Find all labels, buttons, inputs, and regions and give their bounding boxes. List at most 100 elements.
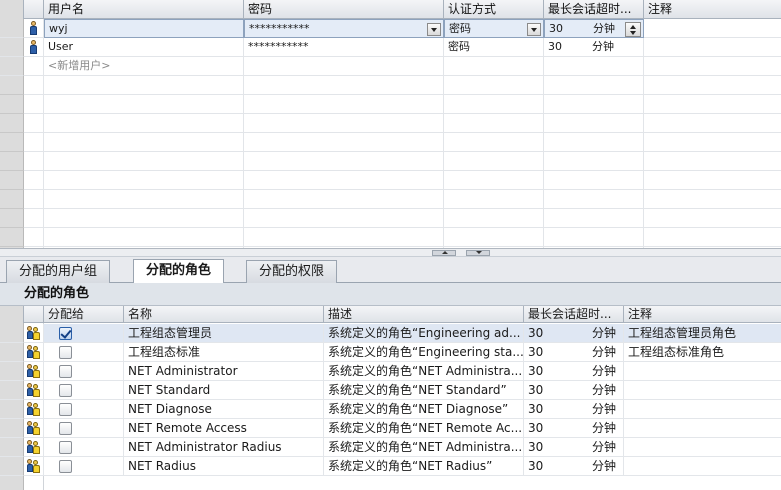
row-header[interactable]	[0, 57, 24, 76]
column-header-password[interactable]: 密码	[244, 0, 444, 19]
role-name-cell[interactable]: NET Administrator Radius	[124, 438, 324, 457]
assigned-cell[interactable]	[44, 400, 124, 419]
tab-assigned-user-groups[interactable]: 分配的用户组	[6, 260, 111, 283]
assigned-cell[interactable]	[44, 381, 124, 400]
role-description-cell[interactable]: 系统定义的角色“Engineering ad...	[324, 324, 524, 343]
column-header-comment[interactable]: 注释	[644, 0, 781, 19]
assign-role-checkbox[interactable]	[59, 365, 72, 378]
assigned-cell[interactable]	[44, 324, 124, 343]
role-comment-cell[interactable]: 工程组态标准角色	[624, 343, 781, 362]
role-row[interactable]: NET Administrator Radius 系统定义的角色“NET Admi…	[0, 438, 781, 457]
role-comment-cell[interactable]	[624, 419, 781, 438]
role-name-cell[interactable]: 工程组态管理员	[124, 324, 324, 343]
role-row[interactable]: NET Remote Access 系统定义的角色“NET Remote Ac..…	[0, 419, 781, 438]
comment-cell[interactable]	[644, 19, 781, 38]
row-header[interactable]	[0, 457, 24, 476]
row-header[interactable]	[0, 19, 24, 38]
user-row[interactable]: wyj *********** 密码 30 分钟	[0, 19, 781, 38]
role-description-cell[interactable]: 系统定义的角色“NET Administra...	[324, 438, 524, 457]
collapse-down-button[interactable]	[466, 250, 490, 256]
row-header[interactable]	[0, 438, 24, 457]
column-header-name[interactable]: 名称	[124, 306, 324, 323]
assigned-cell[interactable]	[44, 362, 124, 381]
role-description-cell[interactable]: 系统定义的角色“NET Radius”	[324, 457, 524, 476]
row-header[interactable]	[0, 381, 24, 400]
column-header-timeout[interactable]: 最长会话超时...	[544, 0, 644, 19]
assign-role-checkbox[interactable]	[59, 441, 72, 454]
assigned-cell[interactable]	[44, 343, 124, 362]
role-timeout-cell[interactable]: 30 分钟	[524, 438, 624, 457]
username-cell[interactable]: wyj	[44, 19, 244, 38]
column-header-username[interactable]: 用户名	[44, 0, 244, 19]
row-header[interactable]	[0, 419, 24, 438]
assigned-cell[interactable]	[44, 438, 124, 457]
role-row[interactable]: NET Diagnose 系统定义的角色“NET Diagnose” 30 分钟	[0, 400, 781, 419]
comment-cell[interactable]	[644, 38, 781, 57]
role-timeout-cell[interactable]: 30 分钟	[524, 343, 624, 362]
role-description-cell[interactable]: 系统定义的角色“Engineering sta...	[324, 343, 524, 362]
role-timeout-cell[interactable]: 30 分钟	[524, 324, 624, 343]
assign-role-checkbox[interactable]	[59, 422, 72, 435]
role-name-cell[interactable]: 工程组态标准	[124, 343, 324, 362]
role-timeout-cell[interactable]: 30 分钟	[524, 381, 624, 400]
user-row[interactable]: User *********** 密码 30 分钟	[0, 38, 781, 57]
assigned-cell[interactable]	[44, 419, 124, 438]
role-description-cell[interactable]: 系统定义的角色“NET Standard”	[324, 381, 524, 400]
role-name-cell[interactable]: NET Remote Access	[124, 419, 324, 438]
role-description-cell[interactable]: 系统定义的角色“NET Remote Ac...	[324, 419, 524, 438]
role-name-cell[interactable]: NET Radius	[124, 457, 324, 476]
column-header-auth[interactable]: 认证方式	[444, 0, 544, 19]
role-description-cell[interactable]: 系统定义的角色“NET Diagnose”	[324, 400, 524, 419]
add-user-placeholder[interactable]: <新增用户>	[44, 57, 244, 76]
assign-role-checkbox[interactable]	[59, 384, 72, 397]
role-comment-cell[interactable]	[624, 457, 781, 476]
tab-assigned-rights[interactable]: 分配的权限	[246, 260, 338, 283]
row-header[interactable]	[0, 362, 24, 381]
role-timeout-cell[interactable]: 30 分钟	[524, 457, 624, 476]
role-row[interactable]: NET Administrator 系统定义的角色“NET Administra.…	[0, 362, 781, 381]
password-dropdown-button[interactable]	[427, 23, 441, 36]
role-row[interactable]: NET Radius 系统定义的角色“NET Radius” 30 分钟	[0, 457, 781, 476]
role-comment-cell[interactable]	[624, 400, 781, 419]
timeout-cell[interactable]: 30 分钟	[544, 19, 644, 38]
assigned-cell[interactable]	[44, 457, 124, 476]
role-name-cell[interactable]: NET Diagnose	[124, 400, 324, 419]
timeout-cell[interactable]: 30 分钟	[544, 38, 644, 57]
auth-dropdown-button[interactable]	[527, 23, 541, 36]
timeout-spinner[interactable]	[625, 22, 641, 37]
role-row[interactable]: NET Standard 系统定义的角色“NET Standard” 30 分钟	[0, 381, 781, 400]
password-cell[interactable]: ***********	[244, 19, 444, 38]
password-cell[interactable]: ***********	[244, 38, 444, 57]
role-description-cell[interactable]: 系统定义的角色“NET Administra...	[324, 362, 524, 381]
tab-assigned-roles[interactable]: 分配的角色	[133, 259, 225, 283]
row-header[interactable]	[0, 343, 24, 362]
column-header-comment[interactable]: 注释	[624, 306, 781, 323]
role-timeout-cell[interactable]: 30 分钟	[524, 400, 624, 419]
role-comment-cell[interactable]	[624, 362, 781, 381]
role-timeout-cell[interactable]: 30 分钟	[524, 362, 624, 381]
row-header[interactable]	[0, 400, 24, 419]
role-comment-cell[interactable]: 工程组态管理员角色	[624, 324, 781, 343]
column-header-assigned[interactable]: 分配给	[44, 306, 124, 323]
role-name-cell[interactable]: NET Standard	[124, 381, 324, 400]
assign-role-checkbox[interactable]	[59, 346, 72, 359]
assign-role-checkbox[interactable]	[59, 403, 72, 416]
assign-role-checkbox[interactable]	[59, 460, 72, 473]
role-row[interactable]: 工程组态标准 系统定义的角色“Engineering sta... 30 分钟 工程组态…	[0, 343, 781, 362]
role-row[interactable]: 工程组态管理员 系统定义的角色“Engineering ad... 30 分钟 工程组态…	[0, 324, 781, 343]
auth-cell[interactable]: 密码	[444, 19, 544, 38]
role-comment-cell[interactable]	[624, 381, 781, 400]
row-header[interactable]	[0, 38, 24, 57]
role-timeout-cell[interactable]: 30 分钟	[524, 419, 624, 438]
splitter-bar[interactable]	[0, 248, 781, 257]
column-header-timeout[interactable]: 最长会话超时...	[524, 306, 624, 323]
assign-role-checkbox[interactable]	[59, 327, 72, 340]
auth-cell[interactable]: 密码	[444, 38, 544, 57]
column-header-description[interactable]: 描述	[324, 306, 524, 323]
role-comment-cell[interactable]	[624, 438, 781, 457]
role-name-cell[interactable]: NET Administrator	[124, 362, 324, 381]
row-header[interactable]	[0, 324, 24, 343]
add-user-row[interactable]: <新增用户>	[0, 57, 781, 76]
username-cell[interactable]: User	[44, 38, 244, 57]
collapse-up-button[interactable]	[432, 250, 456, 256]
